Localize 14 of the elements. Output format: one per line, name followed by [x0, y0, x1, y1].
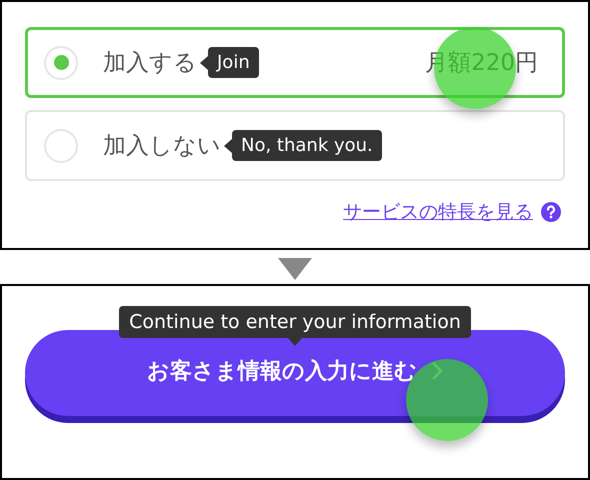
tooltip-pointer-icon [200, 56, 208, 70]
radio-button[interactable] [44, 128, 78, 162]
down-arrow-icon [278, 258, 312, 280]
features-link[interactable]: サービスの特長を見る [343, 199, 533, 225]
radio-button[interactable] [44, 46, 78, 80]
tooltip: Join [208, 47, 259, 78]
option-label: 加入しない [103, 132, 221, 161]
tooltip: Continue to enter your information [119, 306, 471, 338]
option-card[interactable]: 加入しない No, thank you. [25, 110, 565, 181]
tooltip-pointer-icon [288, 338, 302, 346]
help-icon[interactable] [541, 202, 561, 222]
option-label: 加入する [103, 49, 197, 78]
tooltip: No, thank you. [232, 130, 382, 161]
tooltip-pointer-icon [224, 138, 232, 152]
